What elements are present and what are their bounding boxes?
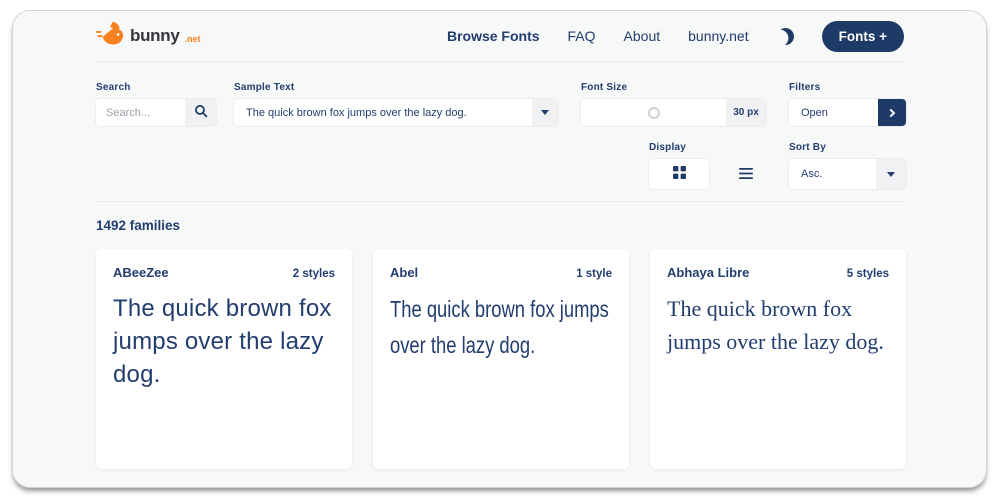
- results-divider: [96, 201, 904, 202]
- nav-about[interactable]: About: [624, 28, 661, 44]
- search-icon: [194, 104, 208, 121]
- app-window: bunny .net Browse Fonts FAQ About bunny.n…: [12, 10, 987, 488]
- bunny-logo-icon: [96, 21, 126, 52]
- display-group: Display: [649, 142, 761, 189]
- search-input[interactable]: [96, 99, 185, 126]
- filters-open-value: Open: [801, 106, 828, 119]
- families-count: 1492 families: [96, 218, 181, 233]
- nav-faq[interactable]: FAQ: [568, 28, 596, 44]
- sample-text-label: Sample Text: [234, 82, 295, 93]
- display-label: Display: [649, 142, 686, 153]
- grid-view-icon: [672, 166, 686, 182]
- sort-by-label: Sort By: [789, 142, 826, 153]
- sample-text-dropdown-button[interactable]: [532, 99, 558, 126]
- font-styles-count: 2 styles: [292, 268, 335, 280]
- search-label: Search: [96, 82, 131, 93]
- logo-tld-text: .net: [184, 34, 201, 44]
- sort-by-dropdown-button[interactable]: [876, 159, 906, 189]
- search-button[interactable]: [185, 99, 216, 126]
- font-sample-text: The quick brown fox jumps over the lazy …: [390, 296, 609, 358]
- moon-icon[interactable]: [775, 26, 796, 47]
- sort-by-group: Sort By Asc.: [789, 142, 906, 189]
- font-size-value: 30 px: [726, 99, 766, 126]
- logo-brand-text: bunny: [130, 26, 180, 45]
- filters-group: Filters Open: [789, 82, 906, 126]
- filters-open-button[interactable]: [878, 99, 906, 126]
- sort-by-value: Asc.: [801, 168, 823, 180]
- nav-browse-fonts[interactable]: Browse Fonts: [447, 28, 540, 44]
- font-size-slider-handle[interactable]: [647, 106, 660, 119]
- search-group: Search: [96, 82, 216, 126]
- nav-bunny-net[interactable]: bunny.net: [688, 28, 748, 44]
- font-name[interactable]: ABeeZee: [113, 265, 169, 280]
- font-size-slider[interactable]: [581, 99, 726, 126]
- font-card-abeezee[interactable]: ABeeZee 2 styles The quick brown fox jum…: [96, 249, 352, 469]
- font-cards: ABeeZee 2 styles The quick brown fox jum…: [96, 249, 906, 469]
- sample-text-group: Sample Text The quick brown fox jumps ov…: [234, 82, 558, 126]
- list-view-icon: [739, 167, 753, 182]
- font-styles-count: 5 styles: [846, 268, 889, 280]
- font-name[interactable]: Abel: [390, 265, 418, 280]
- font-size-group: Font Size 30 px: [581, 82, 766, 126]
- caret-down-icon: [887, 171, 895, 177]
- filters-label: Filters: [789, 82, 821, 93]
- font-card-abhaya-libre[interactable]: Abhaya Libre 5 styles The quick brown fo…: [650, 249, 906, 469]
- bunny-logo[interactable]: bunny .net: [96, 21, 201, 52]
- font-size-label: Font Size: [581, 82, 628, 93]
- font-name[interactable]: Abhaya Libre: [667, 265, 749, 280]
- font-sample-text: The quick brown fox jumps over the lazy …: [113, 295, 332, 389]
- header: bunny .net Browse Fonts FAQ About bunny.n…: [96, 11, 904, 62]
- sample-text-value[interactable]: The quick brown fox jumps over the lazy …: [234, 99, 532, 126]
- fonts-add-button[interactable]: Fonts +: [821, 20, 904, 52]
- main-nav: Browse Fonts FAQ About bunny.net Fonts +: [447, 20, 904, 52]
- chevron-right-icon: [886, 108, 896, 117]
- font-sample-text: The quick brown fox jumps over the lazy …: [667, 296, 884, 354]
- font-styles-count: 1 style: [576, 268, 612, 280]
- font-card-abel[interactable]: Abel 1 style The quick brown fox jumps o…: [373, 249, 629, 469]
- list-view-button[interactable]: [731, 159, 761, 189]
- grid-view-button[interactable]: [649, 159, 709, 189]
- caret-down-icon: [541, 110, 549, 115]
